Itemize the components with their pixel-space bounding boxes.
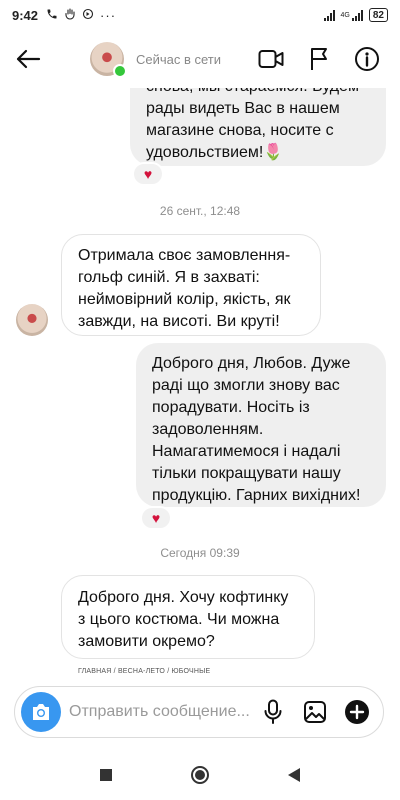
info-icon <box>355 47 379 71</box>
signal-icon <box>323 9 335 21</box>
message-bubble-incoming[interactable]: Отримала своє замовлення-гольф синій. Я … <box>61 234 321 336</box>
heart-reaction[interactable]: ♥ <box>132 162 164 186</box>
back-button[interactable] <box>0 30 56 88</box>
back-nav-button[interactable] <box>279 760 309 790</box>
plus-circle-icon <box>345 700 369 724</box>
voice-message-button[interactable] <box>259 698 287 726</box>
image-icon <box>304 701 326 723</box>
message-bubble-outgoing[interactable]: снова, мы стараемся. Будем рады видеть В… <box>130 88 386 166</box>
more-options-button[interactable] <box>343 698 371 726</box>
online-indicator <box>113 64 127 78</box>
camera-button[interactable] <box>21 692 61 732</box>
sender-avatar[interactable] <box>16 304 48 336</box>
heart-reaction[interactable]: ♥ <box>140 506 172 530</box>
message-input[interactable] <box>69 703 255 721</box>
recents-button[interactable] <box>91 760 121 790</box>
gallery-button[interactable] <box>301 698 329 726</box>
report-button[interactable] <box>306 46 332 72</box>
status-bar: 9:42 ··· 4G 82 <box>0 0 400 30</box>
circle-icon <box>191 766 209 784</box>
signal-icon-2 <box>351 9 363 21</box>
message-bubble-outgoing[interactable]: Доброго дня, Любов. Дуже раді що змогли … <box>136 343 386 507</box>
phone-icon <box>46 8 58 23</box>
video-call-button[interactable] <box>258 46 284 72</box>
sync-icon <box>82 8 94 23</box>
video-camera-icon <box>258 50 284 68</box>
chat-header: Сейчас в сети <box>0 30 400 88</box>
microphone-icon <box>264 699 282 724</box>
message-bubble-incoming[interactable]: Доброго дня. Хочу кофтинку з цього костю… <box>61 575 315 659</box>
info-button[interactable] <box>354 46 380 72</box>
battery-indicator: 82 <box>368 8 388 22</box>
more-icon: ··· <box>100 7 117 23</box>
flag-icon <box>311 48 327 70</box>
system-nav-bar <box>0 750 400 800</box>
timestamp: Сегодня 09:39 <box>160 546 240 560</box>
contact-status: Сейчас в сети <box>136 51 222 67</box>
hand-icon <box>64 7 76 23</box>
square-icon <box>100 769 112 781</box>
camera-icon <box>33 704 49 720</box>
breadcrumb: ГЛАВНАЯ / ВЕСНА-ЛЕТО / ЮБОЧНЫЕ <box>78 668 211 675</box>
message-list[interactable]: снова, мы стараемся. Будем рады видеть В… <box>0 88 400 680</box>
contact-avatar[interactable] <box>90 42 127 78</box>
timestamp: 26 сент., 12:48 <box>159 204 241 218</box>
triangle-left-icon <box>288 768 300 782</box>
arrow-left-icon <box>16 49 41 69</box>
home-button[interactable] <box>185 760 215 790</box>
message-composer <box>14 686 384 738</box>
status-time: 9:42 <box>12 7 39 23</box>
network-type: 4G <box>340 12 350 19</box>
